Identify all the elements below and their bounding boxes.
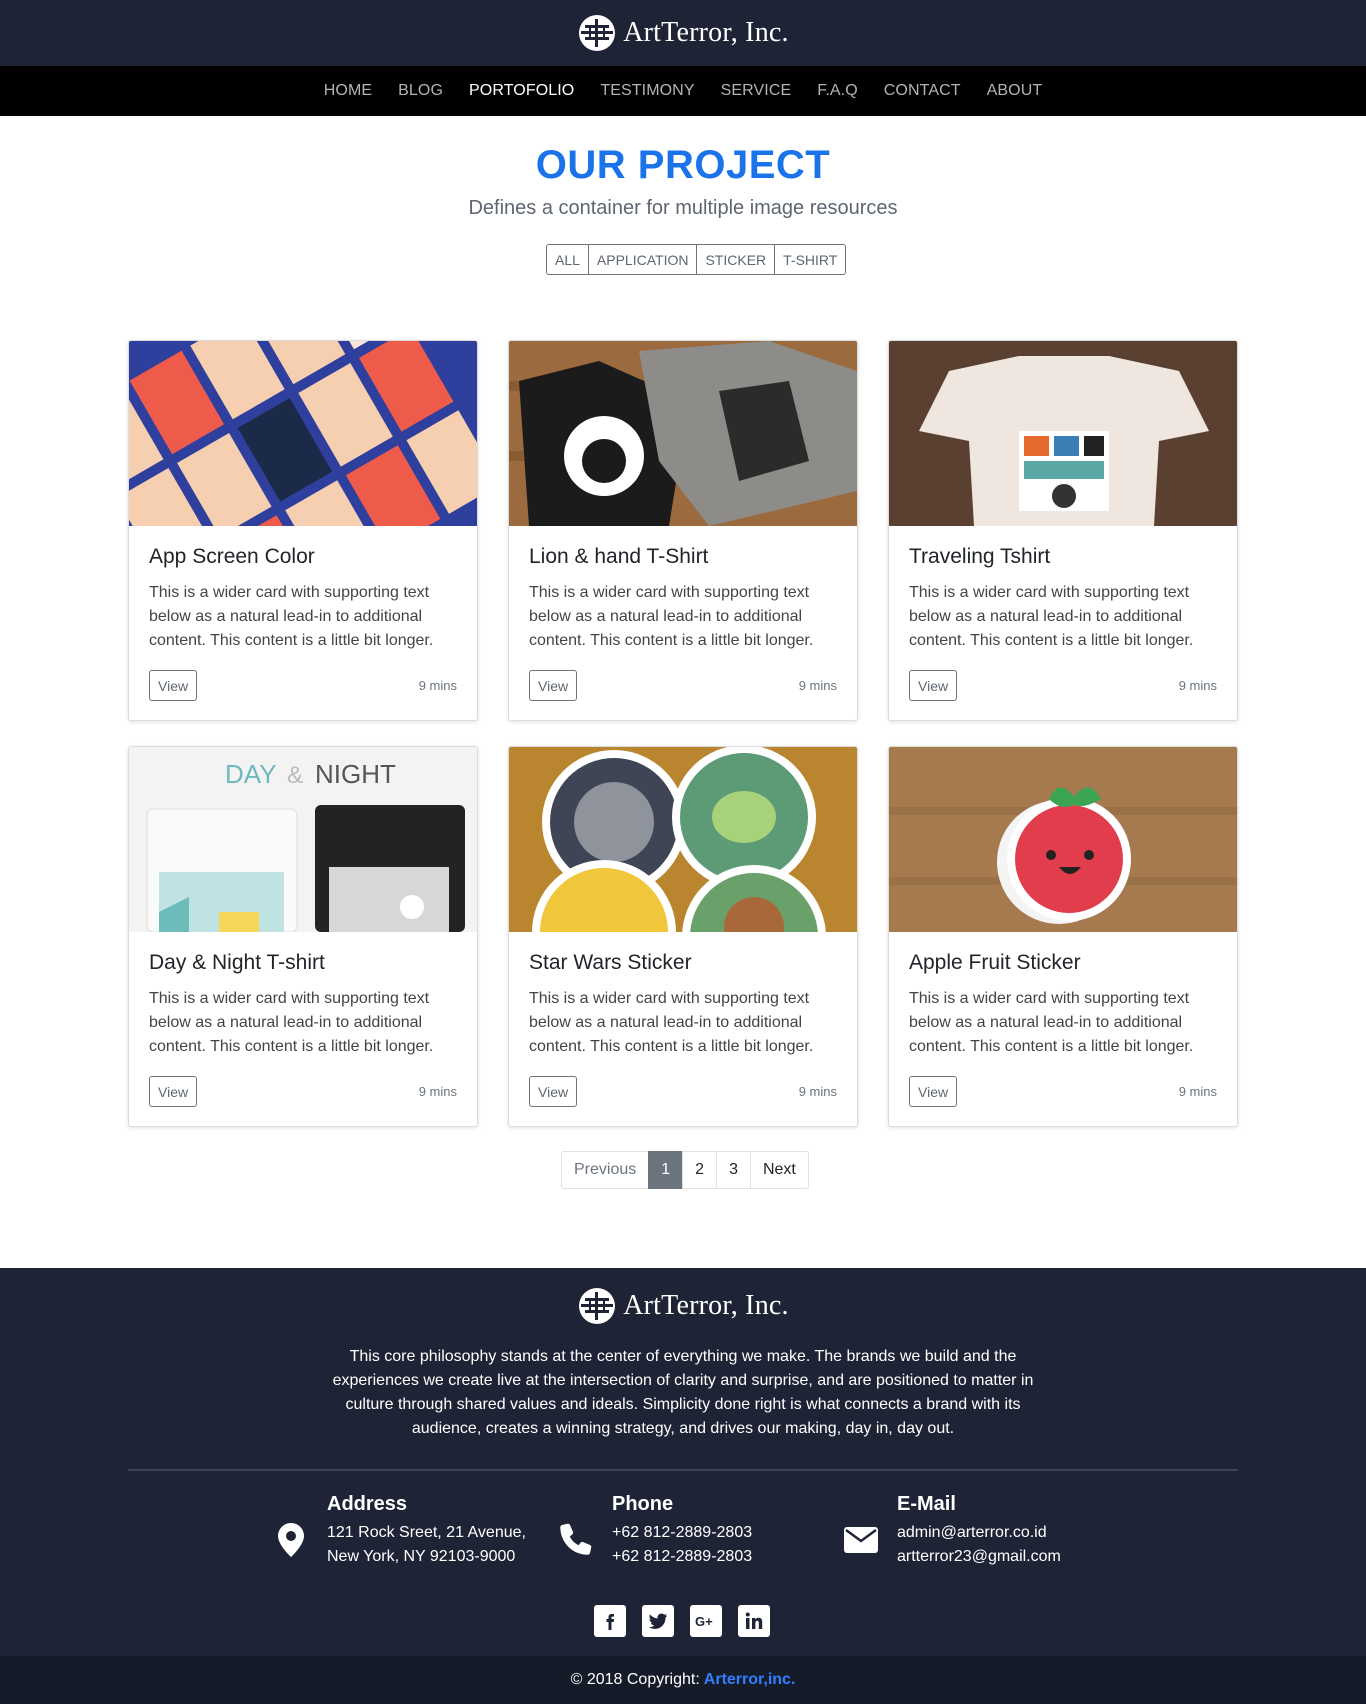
svg-text:&: & (287, 762, 303, 789)
card-title: App Screen Color (149, 545, 315, 568)
card-image-traveling-tshirt (889, 341, 1237, 526)
filter-application-button[interactable]: APPLICATION (587, 244, 698, 275)
card-read-time: 9 mins (1178, 678, 1217, 693)
nav-about[interactable]: ABOUT (987, 82, 1043, 100)
nav-service[interactable]: SERVICE (721, 82, 792, 100)
project-card: Star Wars Sticker This is a wider card w… (508, 746, 858, 1127)
brand-emblem-icon (579, 1288, 616, 1324)
card-title: Day & Night T-shirt (149, 951, 325, 974)
nav-testimony[interactable]: TESTIMONY (600, 82, 694, 100)
page-title: OUR PROJECT (535, 143, 831, 187)
brand-name: ArtTerror, Inc. (623, 17, 789, 48)
address-line-1: 121 Rock Sreet, 21 Avenue, (327, 1524, 526, 1541)
nav-faq[interactable]: F.A.Q (817, 82, 858, 100)
phone-icon (560, 1523, 592, 1555)
main-nav: HOME BLOG PORTOFOLIO TESTIMONY SERVICE F… (0, 66, 1366, 116)
card-text: This is a wider card with supporting tex… (149, 990, 434, 1055)
svg-text:NIGHT: NIGHT (315, 759, 396, 789)
footer: ArtTerror, Inc. This core philosophy sta… (0, 1268, 1366, 1656)
card-title: Traveling Tshirt (909, 545, 1051, 568)
project-card: DAY & NIGHT Day & Night T-shirt This is … (128, 746, 478, 1127)
email-line-2[interactable]: artterror23@gmail.com (897, 1545, 1061, 1569)
card-title: Apple Fruit Sticker (909, 951, 1081, 974)
google-plus-icon[interactable]: G+ (690, 1605, 722, 1637)
social-links: G+ (594, 1605, 770, 1637)
card-image-app-screens (129, 341, 477, 526)
linkedin-icon[interactable] (738, 1605, 770, 1637)
pagination-previous[interactable]: Previous (561, 1151, 650, 1189)
filter-group: ALL APPLICATION STICKER T-SHIRT (546, 244, 847, 275)
filter-all-button[interactable]: ALL (546, 244, 589, 275)
project-card: App Screen Color This is a wider card wi… (128, 340, 478, 721)
card-view-button[interactable]: View (149, 670, 198, 701)
nav-blog[interactable]: BLOG (398, 82, 443, 100)
card-view-button[interactable]: View (909, 670, 958, 701)
card-image-apple-sticker (889, 747, 1237, 932)
footer-divider (128, 1469, 1238, 1471)
card-title: Star Wars Sticker (529, 951, 692, 974)
project-card: Lion & hand T-Shirt This is a wider card… (508, 340, 858, 721)
card-text: This is a wider card with supporting tex… (529, 584, 814, 649)
pagination-page-3[interactable]: 3 (716, 1151, 751, 1189)
phone-line-2[interactable]: +62 812-2889-2803 (612, 1545, 752, 1569)
envelope-icon (844, 1527, 878, 1553)
phone-line-1[interactable]: +62 812-2889-2803 (612, 1521, 752, 1545)
pagination-page-1[interactable]: 1 (648, 1151, 684, 1189)
svg-text:G+: G+ (695, 1614, 713, 1629)
card-read-time: 9 mins (418, 1084, 457, 1099)
card-text: This is a wider card with supporting tex… (529, 990, 814, 1055)
pagination-next[interactable]: Next (749, 1151, 809, 1189)
card-text: This is a wider card with supporting tex… (909, 584, 1194, 649)
card-view-button[interactable]: View (529, 1076, 578, 1107)
top-header: ArtTerror, Inc. (0, 0, 1366, 66)
address-line-2: New York, NY 92103-9000 (327, 1548, 516, 1565)
nav-home[interactable]: HOME (324, 82, 372, 100)
filter-tshirt-button[interactable]: T-SHIRT (774, 244, 847, 275)
project-card: Apple Fruit Sticker This is a wider card… (888, 746, 1238, 1127)
brand-logo[interactable]: ArtTerror, Inc. (577, 13, 789, 53)
page-subtitle: Defines a container for multiple image r… (468, 197, 898, 219)
email-heading: E-Mail (897, 1493, 956, 1515)
footer-brand-name: ArtTerror, Inc. (623, 1290, 789, 1321)
card-image-star-wars-stickers (509, 747, 857, 932)
pagination-page-2[interactable]: 2 (682, 1151, 718, 1189)
card-view-button[interactable]: View (149, 1076, 198, 1107)
copyright-text: © 2018 Copyright: (570, 1671, 700, 1688)
nav-contact[interactable]: CONTACT (884, 82, 961, 100)
card-image-day-night: DAY & NIGHT (129, 747, 477, 932)
card-view-button[interactable]: View (529, 670, 578, 701)
footer-description: This core philosophy stands at the cente… (332, 1348, 1034, 1437)
pagination: Previous 1 2 3 Next (561, 1151, 809, 1189)
card-read-time: 9 mins (418, 678, 457, 693)
nav-portofolio[interactable]: PORTOFOLIO (469, 82, 574, 100)
footer-brand-logo[interactable]: ArtTerror, Inc. (0, 1286, 1366, 1326)
card-title: Lion & hand T-Shirt (529, 545, 709, 568)
project-card: Traveling Tshirt This is a wider card wi… (888, 340, 1238, 721)
card-view-button[interactable]: View (909, 1076, 958, 1107)
filter-sticker-button[interactable]: STICKER (696, 244, 776, 275)
twitter-icon[interactable] (642, 1605, 674, 1637)
card-read-time: 9 mins (798, 1084, 837, 1099)
copyright-bar: © 2018 Copyright: Arterror,inc. (0, 1656, 1366, 1704)
svg-text:DAY: DAY (225, 759, 277, 789)
card-text: This is a wider card with supporting tex… (149, 584, 434, 649)
phone-heading: Phone (612, 1493, 674, 1515)
email-line-1[interactable]: admin@arterror.co.id (897, 1521, 1047, 1545)
map-marker-icon (278, 1523, 304, 1557)
address-heading: Address (327, 1493, 408, 1515)
card-read-time: 9 mins (798, 678, 837, 693)
facebook-icon[interactable] (594, 1605, 626, 1637)
brand-emblem-icon (579, 15, 616, 51)
card-image-tshirts (509, 341, 857, 526)
card-read-time: 9 mins (1178, 1084, 1217, 1099)
copyright-link[interactable]: Arterror,inc. (704, 1671, 796, 1689)
card-text: This is a wider card with supporting tex… (909, 990, 1194, 1055)
